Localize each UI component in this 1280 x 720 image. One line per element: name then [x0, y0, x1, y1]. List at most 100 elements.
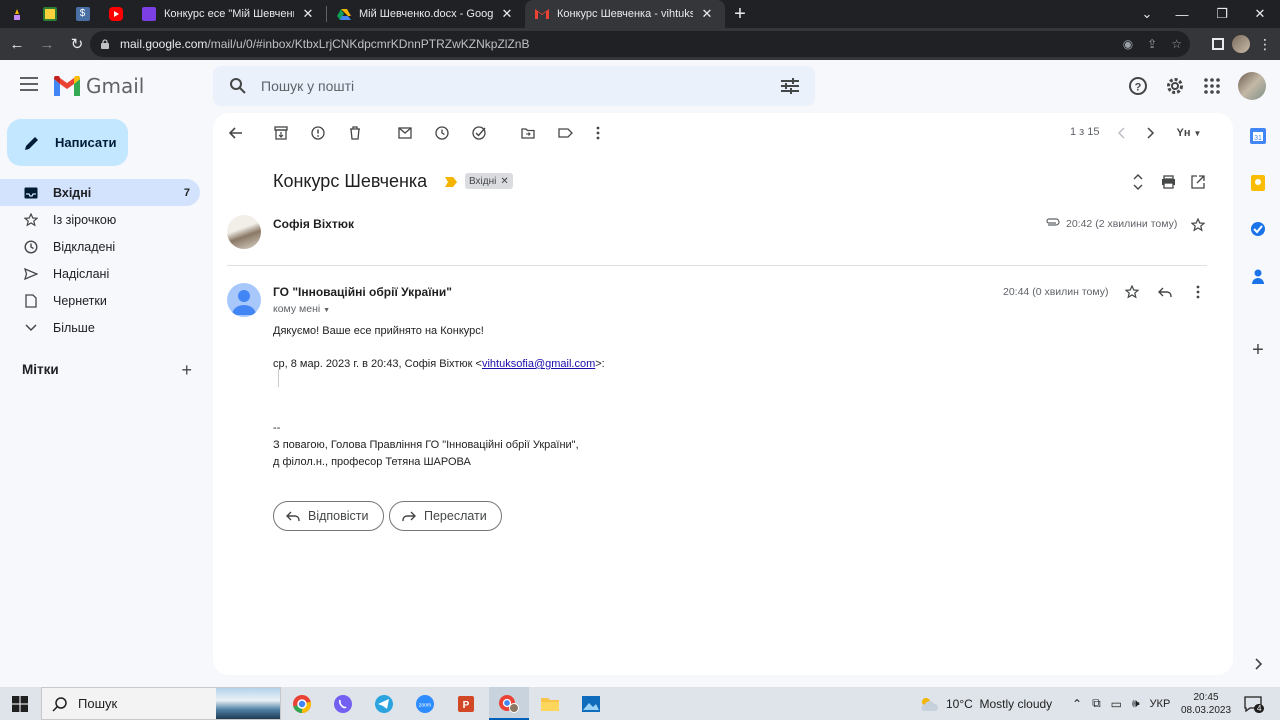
apps-grid-icon[interactable]	[1200, 74, 1224, 98]
account-avatar[interactable]	[1238, 72, 1266, 100]
chrome-active-taskbar-icon[interactable]	[489, 687, 529, 720]
add-label-icon[interactable]: +	[181, 360, 192, 381]
show-side-panel-icon[interactable]	[1250, 656, 1266, 672]
bookmark-star-icon[interactable]: ☆	[1171, 37, 1182, 51]
tab-forms[interactable]: Конкурс есе "Мій Шевченко" ✕	[132, 0, 326, 28]
older-chevron-icon[interactable]	[1143, 125, 1159, 141]
windows-start-icon[interactable]	[0, 687, 40, 720]
photos-taskbar-icon[interactable]	[571, 687, 611, 720]
maximize-icon[interactable]: ❐	[1202, 0, 1242, 28]
share-icon[interactable]: ⇪	[1147, 37, 1157, 51]
tab-drive[interactable]: Мій Шевченко.docx - Google Ди ✕	[327, 0, 525, 28]
forward-button[interactable]: Переслати	[389, 501, 502, 531]
move-to-icon[interactable]	[520, 125, 536, 141]
main-menu-icon[interactable]	[20, 77, 38, 95]
newer-chevron-icon[interactable]	[1113, 125, 1129, 141]
close-window-icon[interactable]: ✕	[1240, 0, 1280, 28]
expand-all-icon[interactable]	[1130, 174, 1146, 190]
forward-icon[interactable]: →	[34, 31, 60, 57]
inbox-label-chip[interactable]: Вхідні ✕	[465, 173, 513, 189]
taskbar-clock[interactable]: 20:45 08.03.2023	[1181, 687, 1231, 720]
taskbar-search[interactable]: Пошук	[41, 687, 281, 720]
help-icon[interactable]: ?	[1126, 74, 1150, 98]
close-icon[interactable]: ✕	[699, 6, 715, 22]
print-icon[interactable]	[1160, 174, 1176, 190]
pinned-tab-2[interactable]	[33, 0, 66, 28]
search-options-icon[interactable]	[781, 78, 799, 94]
sidebar-item-sent[interactable]: Надіслані	[0, 260, 200, 287]
message-sender-name[interactable]: ГО "Інноваційні обрії України"	[273, 285, 452, 299]
pinned-tab-youtube[interactable]	[99, 0, 132, 28]
snooze-icon[interactable]	[434, 125, 450, 141]
chrome-taskbar-icon[interactable]	[282, 687, 322, 720]
add-task-icon[interactable]	[471, 125, 487, 141]
compose-button[interactable]: Написати	[7, 119, 128, 166]
get-addons-icon[interactable]: +	[1250, 340, 1266, 360]
message-divider	[227, 265, 1207, 266]
notification-center-icon[interactable]: 4	[1244, 687, 1265, 720]
collapsed-sender-name[interactable]: Софія Віхтюк	[273, 217, 354, 231]
sidebar-item-snoozed[interactable]: Відкладені	[0, 233, 200, 260]
close-icon[interactable]: ✕	[300, 6, 316, 22]
keep-addon-icon[interactable]	[1250, 175, 1266, 191]
pinned-tab-3[interactable]: $	[66, 0, 99, 28]
profile-avatar[interactable]	[1232, 35, 1250, 53]
star-icon[interactable]	[1124, 284, 1140, 300]
address-bar[interactable]: mail.google.com/mail/u/0/#inbox/KtbxLrjC…	[90, 31, 1190, 57]
mark-unread-icon[interactable]	[397, 125, 413, 141]
battery-icon[interactable]: ▭	[1111, 697, 1122, 711]
sender-avatar-default[interactable]	[227, 283, 261, 317]
reply-button[interactable]: Відповісти	[273, 501, 384, 531]
notification-count-badge: 4	[1254, 704, 1265, 713]
reply-icon[interactable]	[1157, 284, 1173, 300]
sidebar-item-inbox[interactable]: Вхідні 7	[0, 179, 200, 206]
sender-avatar-photo[interactable]	[227, 215, 261, 249]
report-spam-icon[interactable]	[310, 125, 326, 141]
tab-gmail-active[interactable]: Конкурс Шевченка - vihtuksofia ✕	[525, 0, 725, 28]
tab-search-icon[interactable]: ⌄	[1127, 0, 1167, 28]
pinned-tab-1[interactable]	[0, 0, 33, 28]
tasks-addon-icon[interactable]	[1250, 221, 1266, 237]
remove-label-icon[interactable]: ✕	[500, 176, 508, 187]
sidebar-item-drafts[interactable]: Чернетки	[0, 287, 200, 314]
eye-icon[interactable]: ◉	[1123, 37, 1133, 51]
viber-taskbar-icon[interactable]	[323, 687, 363, 720]
delete-icon[interactable]	[347, 125, 363, 141]
tab-title: Мій Шевченко.docx - Google Ди	[359, 8, 493, 20]
zoom-taskbar-icon[interactable]: zoom	[405, 687, 445, 720]
device-icon[interactable]: ⧉	[1092, 696, 1101, 711]
sidebar-item-more[interactable]: Більше	[0, 314, 200, 341]
star-icon[interactable]	[1190, 217, 1206, 233]
file-explorer-taskbar-icon[interactable]	[530, 687, 570, 720]
minimize-icon[interactable]: —	[1162, 0, 1202, 28]
message-more-icon[interactable]	[1190, 284, 1206, 300]
label-icon[interactable]	[557, 125, 573, 141]
search-icon[interactable]	[229, 77, 247, 95]
weather-widget[interactable]: 10°C Mostly cloudy	[918, 687, 1052, 720]
more-actions-icon[interactable]	[590, 125, 606, 141]
menu-dots-icon[interactable]: ⋮	[1258, 36, 1272, 53]
volume-icon[interactable]: 🕪	[1132, 696, 1140, 711]
input-language[interactable]: УКР	[1150, 698, 1171, 710]
reload-icon[interactable]: ↻	[64, 31, 90, 57]
sidebar-item-starred[interactable]: Із зірочкою	[0, 206, 200, 233]
calendar-addon-icon[interactable]: 31	[1250, 128, 1266, 144]
open-new-window-icon[interactable]	[1190, 174, 1206, 190]
archive-icon[interactable]	[273, 125, 289, 141]
powerpoint-taskbar-icon[interactable]: P	[446, 687, 486, 720]
show-hidden-icons-chevron-icon[interactable]: ⌃	[1072, 697, 1082, 711]
importance-marker-icon[interactable]	[445, 177, 457, 187]
settings-gear-icon[interactable]	[1163, 74, 1187, 98]
close-icon[interactable]: ✕	[499, 6, 515, 22]
sender-email-link[interactable]: vihtuksofia@gmail.com	[482, 358, 595, 370]
input-tools-toggle[interactable]: Yн ▼	[1174, 125, 1204, 141]
contacts-addon-icon[interactable]	[1250, 268, 1266, 284]
sidebar-icon[interactable]	[1212, 38, 1224, 50]
new-tab-button[interactable]: +	[725, 0, 755, 28]
recipient-details[interactable]: кому мені ▼	[273, 303, 330, 315]
gmail-logo[interactable]: Gmail	[54, 74, 144, 98]
back-to-inbox-icon[interactable]	[228, 125, 244, 141]
telegram-taskbar-icon[interactable]	[364, 687, 404, 720]
search-bar[interactable]: Пошук у пошті	[213, 66, 815, 106]
back-icon[interactable]: ←	[4, 31, 30, 57]
